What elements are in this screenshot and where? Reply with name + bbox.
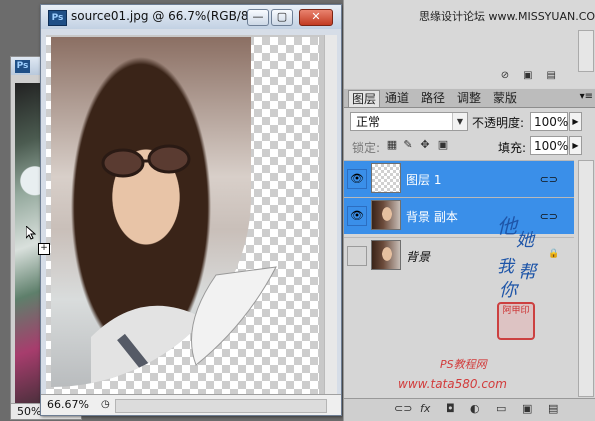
signature-char: 我 [497,257,514,277]
layer-name: 背景 副本 [406,210,458,224]
tab-paths[interactable]: 路径 [418,90,448,107]
lock-icon: 🔒 [548,249,560,259]
signature-char: 帮 [518,262,536,283]
layers-bottom-toolbar: ⊂⊃ fx ◘ ◐ ▭ ▣ ▤ [344,398,595,421]
panel-scrollbar[interactable] [578,30,594,72]
minimize-button[interactable]: — [247,9,269,26]
trash-icon[interactable]: ▤ [548,402,558,415]
ps-site-watermark: PS教程网 [440,358,487,371]
blend-mode-value: 正常 [356,115,381,129]
link-icon: ⊂⊃ [539,173,558,186]
info-icon[interactable]: ◷ [101,395,110,415]
opacity-arrow-icon[interactable]: ▶ [569,112,582,131]
signature-char: 她 [516,230,534,251]
url-watermark: www.tata580.com [398,377,507,391]
tab-layers[interactable]: 图层 [348,90,381,107]
add-mask-icon[interactable]: ◘ [446,402,455,415]
lock-move-icon[interactable]: ✥ [419,139,431,151]
photoshop-app-icon: Ps [48,10,67,26]
link-layers-icon[interactable]: ⊂⊃ [394,402,412,415]
blend-mode-select[interactable]: 正常 ▼ [350,112,468,131]
lock-brush-icon[interactable]: ✎ [402,139,414,151]
layer-row-layer1[interactable]: 👁 图层 1 ⊂⊃ [344,160,574,197]
close-button[interactable]: ✕ [299,9,333,26]
photoshop-app-icon: Ps [15,60,30,73]
adjustment-icon[interactable]: ◐ [470,402,480,415]
layer-thumbnail [371,240,401,270]
layer-name: 图层 1 [406,173,442,187]
opacity-input[interactable]: 100% [530,112,568,131]
new-layer-icon[interactable]: ▣ [522,402,532,415]
fill-arrow-icon[interactable]: ▶ [569,136,582,155]
fx-icon[interactable]: fx [420,402,430,415]
site-watermark: 思缘设计论坛 www.MISSYUAN.COM [419,10,595,23]
tab-channels[interactable]: 通道 [382,90,412,107]
page-curl-graphic [191,266,277,366]
panel-footer-icons: ⊘▣▤ [501,70,570,81]
link-icon: ⊂⊃ [539,210,558,223]
blend-row: 正常 ▼ 不透明度: 100% ▶ [344,112,595,134]
document-title: source01.jpg @ 66.7%(RGB/8... [71,9,260,23]
top-panel: 思缘设计论坛 www.MISSYUAN.COM ⊘▣▤ [343,0,595,88]
tab-adjustments[interactable]: 调整 [454,90,484,107]
red-seal-stamp: 阿甲印 [497,302,535,340]
signature-char: 你 [499,280,517,301]
lock-all-icon[interactable]: ▣ [437,139,449,151]
eye-icon[interactable]: 👁 [347,169,367,189]
lock-transparent-icon[interactable]: ▦ [386,139,398,151]
panel-menu-icon[interactable]: ▾≡ [580,91,593,102]
document-canvas[interactable] [46,35,328,397]
mouse-cursor-icon [26,226,36,240]
layer-name: 背景 [406,250,431,264]
layer-row-background-copy[interactable]: 👁 背景 副本 ⊂⊃ [344,197,574,234]
chevron-down-icon[interactable]: ▼ [452,113,467,130]
layer-thumbnail [371,200,401,230]
opacity-label: 不透明度: [472,116,525,130]
eye-icon[interactable]: 👁 [347,206,367,226]
panel-tabs: 图层 通道 路径 调整 蒙版 ▾≡ [344,89,595,108]
signature-char: 他 [497,214,517,238]
lock-row: 锁定: ▦ ✎ ✥ ▣ 填充: 100% ▶ [344,136,595,158]
delete-icon[interactable]: ⊘ [501,70,523,81]
maximize-button[interactable]: ▢ [271,9,293,26]
document-window[interactable]: Ps source01.jpg @ 66.7%(RGB/8... — ▢ ✕ 6… [40,4,342,416]
lock-label: 锁定: [352,141,381,155]
group-icon[interactable]: ▭ [496,402,506,415]
trash-icon[interactable]: ▤ [547,70,570,81]
new-icon[interactable]: ▣ [523,70,546,81]
tab-masks[interactable]: 蒙版 [490,90,520,107]
layer-row-background[interactable]: 背景 🔒 [344,237,574,274]
vertical-scrollbar[interactable] [324,35,337,397]
fill-label: 填充: [498,141,527,155]
fill-input[interactable]: 100% [530,136,568,155]
horizontal-scrollbar[interactable] [115,399,327,413]
zoom-level[interactable]: 66.67% [47,395,89,415]
document-status-bar: 66.67% ◷ [41,394,341,415]
visibility-toggle[interactable] [347,246,367,266]
document-titlebar[interactable]: Ps source01.jpg @ 66.7%(RGB/8... — ▢ ✕ [41,5,341,29]
layer-thumbnail [371,163,401,193]
layers-scrollbar[interactable] [578,160,594,397]
plus-icon: + [38,243,50,255]
